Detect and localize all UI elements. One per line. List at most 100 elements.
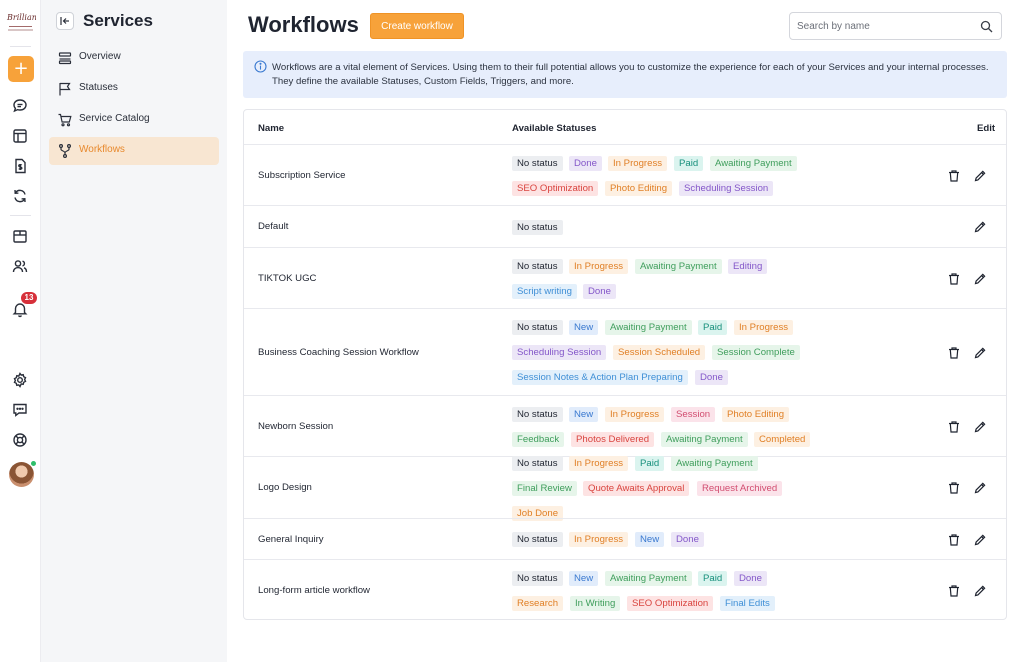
info-text: Workflows are a vital element of Service…	[272, 62, 989, 87]
status-chip: In Progress	[569, 456, 629, 471]
workflow-name: TIKTOK UGC	[258, 273, 317, 284]
status-chip: Paid	[698, 320, 728, 335]
subnav-item-label: Service Catalog	[79, 113, 150, 124]
feedback-icon[interactable]	[11, 401, 29, 419]
status-chip: Scheduling Session	[512, 345, 607, 360]
status-chip: Session Notes & Action Plan Preparing	[512, 370, 688, 385]
status-chip: Done	[569, 156, 602, 171]
table-row[interactable]: Business Coaching Session Workflow No sta…	[244, 308, 1006, 395]
workflow-name: Newborn Session	[258, 421, 334, 432]
brand-logo[interactable]: Brilliance	[5, 7, 36, 38]
workflow-branch-icon	[57, 143, 73, 159]
status-chip: No status	[512, 259, 563, 274]
edit-workflow-icon[interactable]	[973, 346, 987, 360]
help-lifebuoy-icon[interactable]	[11, 431, 29, 449]
online-status-dot	[30, 460, 37, 467]
status-chip: Completed	[754, 432, 811, 447]
status-chip: Awaiting Payment	[605, 571, 692, 586]
contacts-icon[interactable]	[11, 257, 29, 275]
chat-icon[interactable]	[11, 97, 29, 115]
delete-workflow-icon[interactable]	[947, 272, 961, 286]
brand-logo-script: Brilliance	[7, 13, 36, 22]
delete-workflow-icon[interactable]	[947, 346, 961, 360]
invoice-icon[interactable]	[11, 157, 29, 175]
subnav-item-workflows[interactable]: Workflows	[49, 137, 219, 165]
status-chip: New	[569, 571, 599, 586]
table-row[interactable]: Logo Design No status In Progress Paid Await…	[244, 456, 1006, 521]
workflow-name: Logo Design	[258, 482, 312, 493]
layers-icon	[57, 50, 73, 66]
subnav-item-service-catalog[interactable]: Service Catalog	[49, 106, 219, 134]
status-chip: No status	[512, 156, 563, 171]
cart-icon	[57, 112, 73, 128]
search-icon[interactable]	[980, 20, 993, 33]
status-chip: Session Scheduled	[613, 345, 706, 360]
status-chip: No status	[512, 220, 563, 235]
status-chip: In Progress	[734, 320, 794, 335]
delete-workflow-icon[interactable]	[947, 169, 961, 183]
subnav-item-overview[interactable]: Overview	[49, 44, 219, 72]
status-chip: Session	[671, 407, 716, 422]
rail-divider	[10, 215, 31, 216]
delete-workflow-icon[interactable]	[947, 584, 961, 598]
edit-workflow-icon[interactable]	[973, 584, 987, 598]
status-chip: Done	[734, 571, 767, 586]
status-chip: Quote Awaits Approval	[583, 481, 690, 496]
table-row[interactable]: Subscription Service No status Done In Prog…	[244, 144, 1006, 205]
status-chip: Photos Delivered	[571, 432, 655, 447]
table-row[interactable]: TIKTOK UGC No status In Progress Awaiting P…	[244, 247, 1006, 308]
subnav-item-label: Statuses	[79, 82, 118, 93]
workflow-name: Long-form article workflow	[258, 585, 370, 596]
create-workflow-button[interactable]: Create workflow	[370, 13, 464, 39]
status-chip: In Progress	[569, 532, 629, 547]
edit-workflow-icon[interactable]	[973, 533, 987, 547]
edit-workflow-icon[interactable]	[973, 220, 987, 234]
status-chip: No status	[512, 320, 563, 335]
status-chip: No status	[512, 456, 563, 471]
edit-workflow-icon[interactable]	[973, 272, 987, 286]
user-avatar[interactable]	[9, 460, 37, 487]
page-title: Workflows	[248, 12, 359, 37]
subnav-item-label: Overview	[79, 51, 121, 62]
edit-workflow-icon[interactable]	[973, 481, 987, 495]
quick-add-button[interactable]: +	[8, 56, 34, 82]
delete-workflow-icon[interactable]	[947, 533, 961, 547]
table-row[interactable]: Newborn Session No status New In Progress Se…	[244, 395, 1006, 456]
status-chip: No status	[512, 407, 563, 422]
flag-icon	[57, 81, 73, 97]
status-chip: Script writing	[512, 284, 577, 299]
table-row[interactable]: Default No status	[244, 205, 1006, 247]
status-chip: New	[569, 407, 599, 422]
status-chip: In Progress	[605, 407, 665, 422]
collapse-sidebar-button[interactable]	[56, 12, 74, 30]
workflow-name: Subscription Service	[258, 170, 346, 181]
board-icon[interactable]	[11, 127, 29, 145]
status-chip: Session Complete	[712, 345, 800, 360]
edit-workflow-icon[interactable]	[973, 420, 987, 434]
subnav-item-label: Workflows	[79, 144, 125, 155]
delete-workflow-icon[interactable]	[947, 481, 961, 495]
status-chip: In Writing	[570, 596, 621, 611]
status-chip: In Progress	[608, 156, 668, 171]
status-chip: Awaiting Payment	[605, 320, 692, 335]
column-header-edit: Edit	[977, 123, 996, 134]
rail-divider	[10, 46, 31, 47]
edit-workflow-icon[interactable]	[973, 169, 987, 183]
status-chip: SEO Optimization	[512, 181, 599, 196]
status-chip: Done	[583, 284, 616, 299]
search-input[interactable]	[797, 18, 975, 34]
status-chip: Paid	[674, 156, 704, 171]
services-box-icon[interactable]	[11, 227, 29, 245]
status-chip: New	[569, 320, 599, 335]
notification-badge: 13	[21, 292, 37, 304]
status-chip: Scheduling Session	[679, 181, 774, 196]
table-row[interactable]: Long-form article workflow No status New Aw…	[244, 559, 1006, 621]
subnav-item-statuses[interactable]: Statuses	[49, 75, 219, 103]
sync-icon[interactable]	[11, 187, 29, 205]
table-row[interactable]: General Inquiry No status In Progress New Do…	[244, 518, 1006, 559]
column-header-name: Name	[258, 123, 285, 134]
status-chip: Request Archived	[697, 481, 783, 496]
delete-workflow-icon[interactable]	[947, 420, 961, 434]
status-chip: New	[635, 532, 665, 547]
gear-icon[interactable]	[11, 371, 29, 389]
